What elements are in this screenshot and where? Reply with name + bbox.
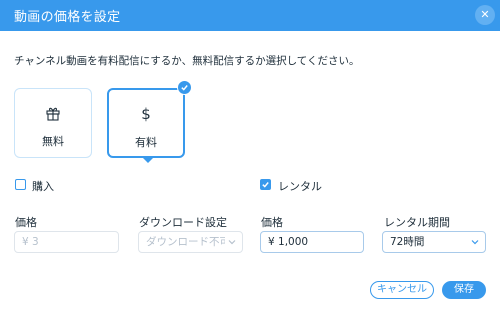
rental-checkbox-label: レンタル xyxy=(278,180,322,193)
download-setting-select[interactable]: ダウンロード不可 xyxy=(138,231,243,253)
rental-price-value: ¥ 1,000 xyxy=(268,236,309,248)
save-button[interactable]: 保存 xyxy=(442,281,486,299)
close-button[interactable]: ✕ xyxy=(475,5,495,25)
buy-price-value: ¥ 3 xyxy=(22,236,39,248)
chevron-down-icon xyxy=(225,232,236,252)
dialog-title: 動画の価格を設定 xyxy=(14,10,121,25)
close-icon: ✕ xyxy=(480,8,490,21)
rental-period-value: 72時間 xyxy=(390,236,425,248)
buy-price-label: 価格 xyxy=(15,216,37,229)
rental-checkbox[interactable] xyxy=(260,179,271,190)
rental-price-label: 価格 xyxy=(261,216,283,229)
gift-icon xyxy=(15,103,91,123)
checkmark-icon xyxy=(181,85,188,91)
selection-pointer xyxy=(142,157,154,163)
paid-option-label: 有料 xyxy=(135,136,157,149)
cancel-button[interactable]: キャンセル xyxy=(370,281,434,299)
buy-price-input[interactable]: ¥ 3 xyxy=(14,231,119,253)
rental-price-input[interactable]: ¥ 1,000 xyxy=(260,231,364,253)
download-setting-label: ダウンロード設定 xyxy=(139,216,227,229)
chevron-down-icon xyxy=(468,232,479,252)
free-option-label: 無料 xyxy=(42,135,64,148)
free-option-card[interactable]: 無料 xyxy=(14,88,92,158)
checkmark-icon xyxy=(262,182,269,188)
rental-period-select[interactable]: 72時間 xyxy=(382,231,486,253)
buy-checkbox[interactable] xyxy=(15,179,26,190)
buy-checkbox-label: 購入 xyxy=(32,180,54,193)
dollar-icon: $ xyxy=(141,105,151,123)
dialog-description: チャンネル動画を有料配信にするか、無料配信するか選択してください。 xyxy=(14,55,360,67)
selected-badge xyxy=(177,80,192,95)
dialog-header: 動画の価格を設定 ✕ xyxy=(0,0,500,31)
paid-option-card[interactable]: $ 有料 xyxy=(107,88,185,163)
download-setting-value: ダウンロード不可 xyxy=(146,236,230,248)
rental-period-label: レンタル期間 xyxy=(384,216,450,229)
